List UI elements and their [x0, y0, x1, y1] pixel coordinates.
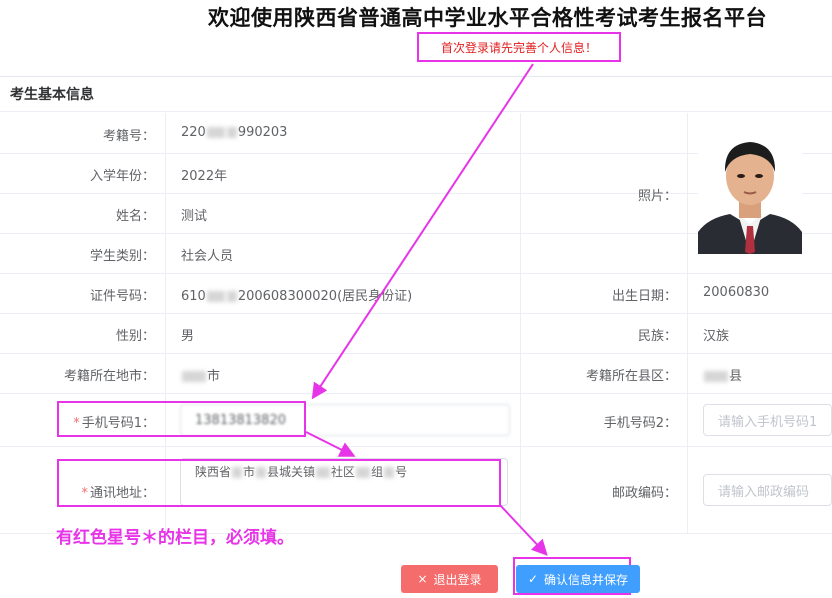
city-label: 考籍所在地市： — [63, 369, 155, 384]
enroll-year-label: 入学年份： — [89, 169, 155, 184]
required-fields-note: 有红色星号＊的栏目，必须填。 — [56, 528, 294, 548]
notice-text: 首次登录请先完善个人信息！ — [440, 40, 597, 55]
phone2-input[interactable]: 请输入手机号码1 — [703, 404, 832, 436]
postal-code-label: 邮政编码： — [611, 486, 677, 501]
gender-label: 性别： — [115, 329, 155, 344]
student-photo — [698, 134, 802, 254]
birth-date-value: 20060830 — [703, 285, 770, 300]
page-title: 欢迎使用陕西省普通高中学业水平合格性考试考生报名平台 — [208, 6, 767, 30]
address-textarea[interactable]: 陕西省市县城关镇 社区组号 — [180, 458, 508, 506]
kaoji-label: 考籍号： — [102, 129, 155, 144]
first-login-notice: 首次登录请先完善个人信息！ — [417, 32, 621, 62]
confirm-save-button-label: 确认信息并保存 — [544, 572, 629, 587]
gender-value: 男 — [181, 329, 195, 344]
enroll-year-value: 2022年 — [181, 169, 228, 184]
id-number-label: 证件号码： — [89, 289, 155, 304]
name-label: 姓名： — [115, 209, 155, 224]
phone2-label: 手机号码2： — [603, 416, 677, 431]
phone1-label: * 手机号码1： — [73, 416, 155, 431]
photo-label: 照片： — [637, 189, 677, 204]
arrow-address-to-save — [499, 504, 548, 556]
address-label: * 通讯地址： — [81, 486, 155, 501]
close-icon: × — [417, 572, 428, 586]
kaoji-value: 220 990203 — [181, 125, 288, 140]
logout-button-label: 退出登录 — [433, 572, 482, 587]
arrow-notice-to-phone — [311, 63, 534, 400]
check-icon: ✓ — [527, 572, 539, 586]
ethnicity-value: 汉族 — [703, 329, 730, 344]
logout-button[interactable]: × 退出登录 — [401, 565, 498, 593]
section-title: 考生基本信息 — [0, 76, 832, 112]
county-label: 考籍所在县区： — [585, 369, 677, 384]
ethnicity-label: 民族： — [637, 329, 677, 344]
confirm-save-button[interactable]: ✓ 确认信息并保存 — [516, 565, 640, 593]
student-type-value: 社会人员 — [181, 249, 234, 264]
county-value: 县 — [703, 365, 742, 384]
birth-date-label: 出生日期： — [611, 289, 677, 304]
student-type-label: 学生类别： — [89, 249, 155, 264]
name-value: 测试 — [181, 209, 208, 224]
phone1-input[interactable]: 13813813820 — [180, 404, 510, 436]
id-number-value: 610 200608300020(居民身份证) — [181, 289, 413, 304]
city-value: 市 — [181, 365, 220, 384]
postal-code-input[interactable]: 请输入邮政编码 — [703, 474, 832, 506]
